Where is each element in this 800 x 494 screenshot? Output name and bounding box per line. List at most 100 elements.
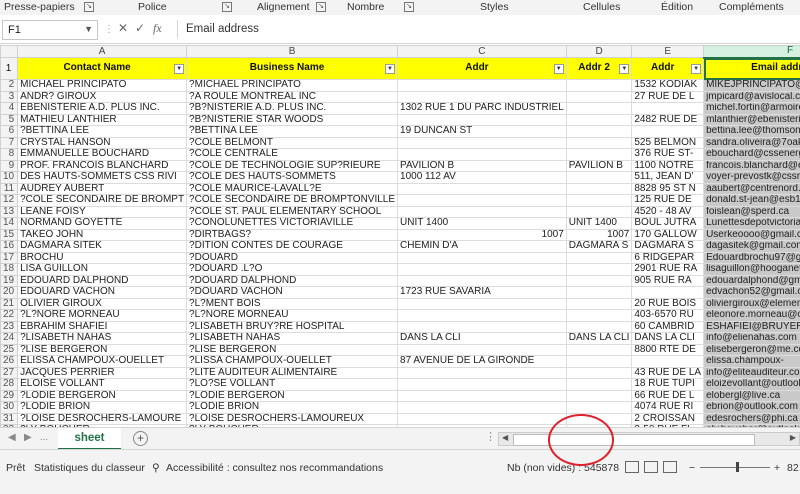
cell[interactable]: ?LISABETH NAHAS — [18, 333, 187, 345]
cell[interactable] — [632, 356, 704, 368]
cell[interactable]: DAGMARA S — [566, 241, 632, 253]
cell[interactable]: 20 RUE BOIS — [632, 298, 704, 310]
cell[interactable]: ANDR? GIROUX — [18, 91, 187, 103]
cell[interactable]: CHEMIN D'A — [398, 241, 567, 253]
cell[interactable]: 1532 KODIAK — [632, 80, 704, 92]
cell[interactable]: ?COLE CENTRALE — [187, 149, 398, 161]
cell[interactable]: 125 RUE DE — [632, 195, 704, 207]
tab-scroll-left-icon[interactable]: ◀ — [8, 432, 16, 443]
cell[interactable]: ?LODIE BERGERON — [18, 390, 187, 402]
row-header[interactable]: 20 — [1, 287, 18, 299]
cell[interactable] — [566, 103, 632, 115]
cell[interactable] — [566, 206, 632, 218]
tab-scroll-right-icon[interactable]: ▶ — [24, 432, 32, 443]
cell[interactable]: ?A ROULE MONTREAL INC — [187, 91, 398, 103]
cell[interactable]: 8828 95 ST N — [632, 183, 704, 195]
cell[interactable]: elissa.champoux- — [704, 356, 800, 368]
cell[interactable]: sandra.oliveira@7oaks.org — [704, 137, 800, 149]
cell[interactable]: MIKEJPRINCIPATO@GMAIL.COM — [704, 80, 800, 92]
cell[interactable]: ?BETTINA LEE — [18, 126, 187, 138]
cell[interactable]: ebrion@outlook.com — [704, 402, 800, 414]
row-header[interactable]: 16 — [1, 241, 18, 253]
page-layout-view-icon[interactable] — [644, 461, 658, 473]
cell[interactable]: ebouchard@cssenergie.gouv.qc.ca — [704, 149, 800, 161]
cell[interactable]: eleonore.morneau@outlook.com — [704, 310, 800, 322]
cell[interactable]: DAGMARA S — [632, 241, 704, 253]
cell[interactable]: ?LITE AUDITEUR ALIMENTAIRE — [187, 367, 398, 379]
cell[interactable]: ?DITION CONTES DE COURAGE — [187, 241, 398, 253]
filter-dropdown-icon[interactable]: ▼ — [385, 64, 395, 74]
row-header[interactable]: 19 — [1, 275, 18, 287]
cell[interactable]: ?L?NORE MORNEAU — [187, 310, 398, 322]
cell[interactable] — [566, 413, 632, 425]
cell[interactable]: oliviergiroux@elementbois.ca — [704, 298, 800, 310]
row-header[interactable]: 23 — [1, 321, 18, 333]
cell[interactable]: ?COLE SECONDAIRE DE BROMPTONVILLE — [187, 195, 398, 207]
cell[interactable]: DANS LA CLI — [566, 333, 632, 345]
cell[interactable] — [566, 310, 632, 322]
cell[interactable]: 6 RIDGEPAR — [632, 252, 704, 264]
cell[interactable]: LEANE FOISY — [18, 206, 187, 218]
cell[interactable]: ?COLE DE TECHNOLOGIE SUP?RIEURE — [187, 160, 398, 172]
zoom-level[interactable]: 82 — [787, 462, 799, 474]
cell[interactable]: ?BETTINA LEE — [187, 126, 398, 138]
cell[interactable]: edvachon52@gmail.com — [704, 287, 800, 299]
cell[interactable]: info@elienahas.com — [704, 333, 800, 345]
cell[interactable]: DAGMARA SITEK — [18, 241, 187, 253]
cell[interactable]: ?LOISE DESROCHERS-LAMOURE — [18, 413, 187, 425]
cell[interactable]: 1100 NOTRE — [632, 160, 704, 172]
cell[interactable]: ELISSA CHAMPOUX-OUELLET — [18, 356, 187, 368]
formula-input[interactable]: Email address — [177, 20, 778, 38]
cell[interactable] — [566, 252, 632, 264]
cell[interactable]: ELOISE VOLLANT — [18, 379, 187, 391]
cell[interactable]: Edouardbrochu97@gmail.com — [704, 252, 800, 264]
cell[interactable]: Lunettesdepotvictoriaville@gmail.com — [704, 218, 800, 230]
cell[interactable]: ?COLE DES HAUTS-SOMMETS — [187, 172, 398, 184]
cell[interactable]: 511, JEAN D' — [632, 172, 704, 184]
cell[interactable] — [632, 103, 704, 115]
cell[interactable]: ?LISSA CHAMPOUX-OUELLET — [187, 356, 398, 368]
cell[interactable]: 403-6570 RU — [632, 310, 704, 322]
cell[interactable]: MICHAEL PRINCIPATO — [18, 80, 187, 92]
cell[interactable]: 905 RUE RA — [632, 275, 704, 287]
cell[interactable]: ?COLE MAURICE-LAVALL?E — [187, 183, 398, 195]
clipboard-launcher-icon[interactable]: ↘ — [84, 2, 94, 12]
row-header[interactable]: 22 — [1, 310, 18, 322]
cell[interactable]: DES HAUTS-SOMMETS CSS RIVI — [18, 172, 187, 184]
cell[interactable]: PAVILION B — [398, 160, 567, 172]
horizontal-scrollbar[interactable]: ◀ ▶ — [498, 432, 800, 446]
cell[interactable]: AUDREY AUBERT — [18, 183, 187, 195]
row-header[interactable]: 13 — [1, 206, 18, 218]
column-header[interactable]: D — [566, 46, 632, 58]
row-header[interactable]: 26 — [1, 356, 18, 368]
cell[interactable]: bettina.lee@thomsonreuters.com — [704, 126, 800, 138]
column-header[interactable]: A — [18, 46, 187, 58]
row-header[interactable]: 6 — [1, 126, 18, 138]
cell[interactable]: ?DOUARD — [187, 252, 398, 264]
header-cell[interactable]: Addr▼ — [398, 58, 567, 80]
row-header[interactable]: 5 — [1, 114, 18, 126]
row-header[interactable]: 17 — [1, 252, 18, 264]
cell[interactable] — [398, 321, 567, 333]
cell[interactable]: voyer-prevostk@cssrdn.gouv.qc.ca — [704, 172, 800, 184]
cell[interactable]: 1007 — [566, 229, 632, 241]
cell[interactable]: ?LISABETH BRUY?RE HOSPITAL — [187, 321, 398, 333]
cell[interactable]: mlanthier@ebenisteriestarwoods.com — [704, 114, 800, 126]
cell[interactable]: 27 RUE DE L — [632, 91, 704, 103]
cell[interactable] — [398, 275, 567, 287]
cell[interactable]: ?MICHAEL PRINCIPATO — [187, 80, 398, 92]
cell[interactable] — [566, 80, 632, 92]
cell[interactable]: francois.blanchard@etsmtl.ca — [704, 160, 800, 172]
zoom-out-icon[interactable]: − — [689, 462, 695, 474]
cell[interactable]: ?LODIE BERGERON — [187, 390, 398, 402]
cell[interactable] — [566, 137, 632, 149]
cell[interactable] — [566, 379, 632, 391]
chevron-down-icon[interactable]: ▼ — [84, 24, 93, 34]
cell[interactable] — [398, 402, 567, 414]
add-sheet-button[interactable]: + — [133, 431, 148, 446]
cell[interactable]: 4520 - 48 AV — [632, 206, 704, 218]
scroll-right-arrow-icon[interactable]: ▶ — [790, 433, 796, 442]
accessibility-icon[interactable]: ⚲ — [152, 462, 160, 474]
row-header[interactable]: 1 — [1, 58, 18, 80]
cell[interactable]: EBRAHIM SHAFIEI — [18, 321, 187, 333]
